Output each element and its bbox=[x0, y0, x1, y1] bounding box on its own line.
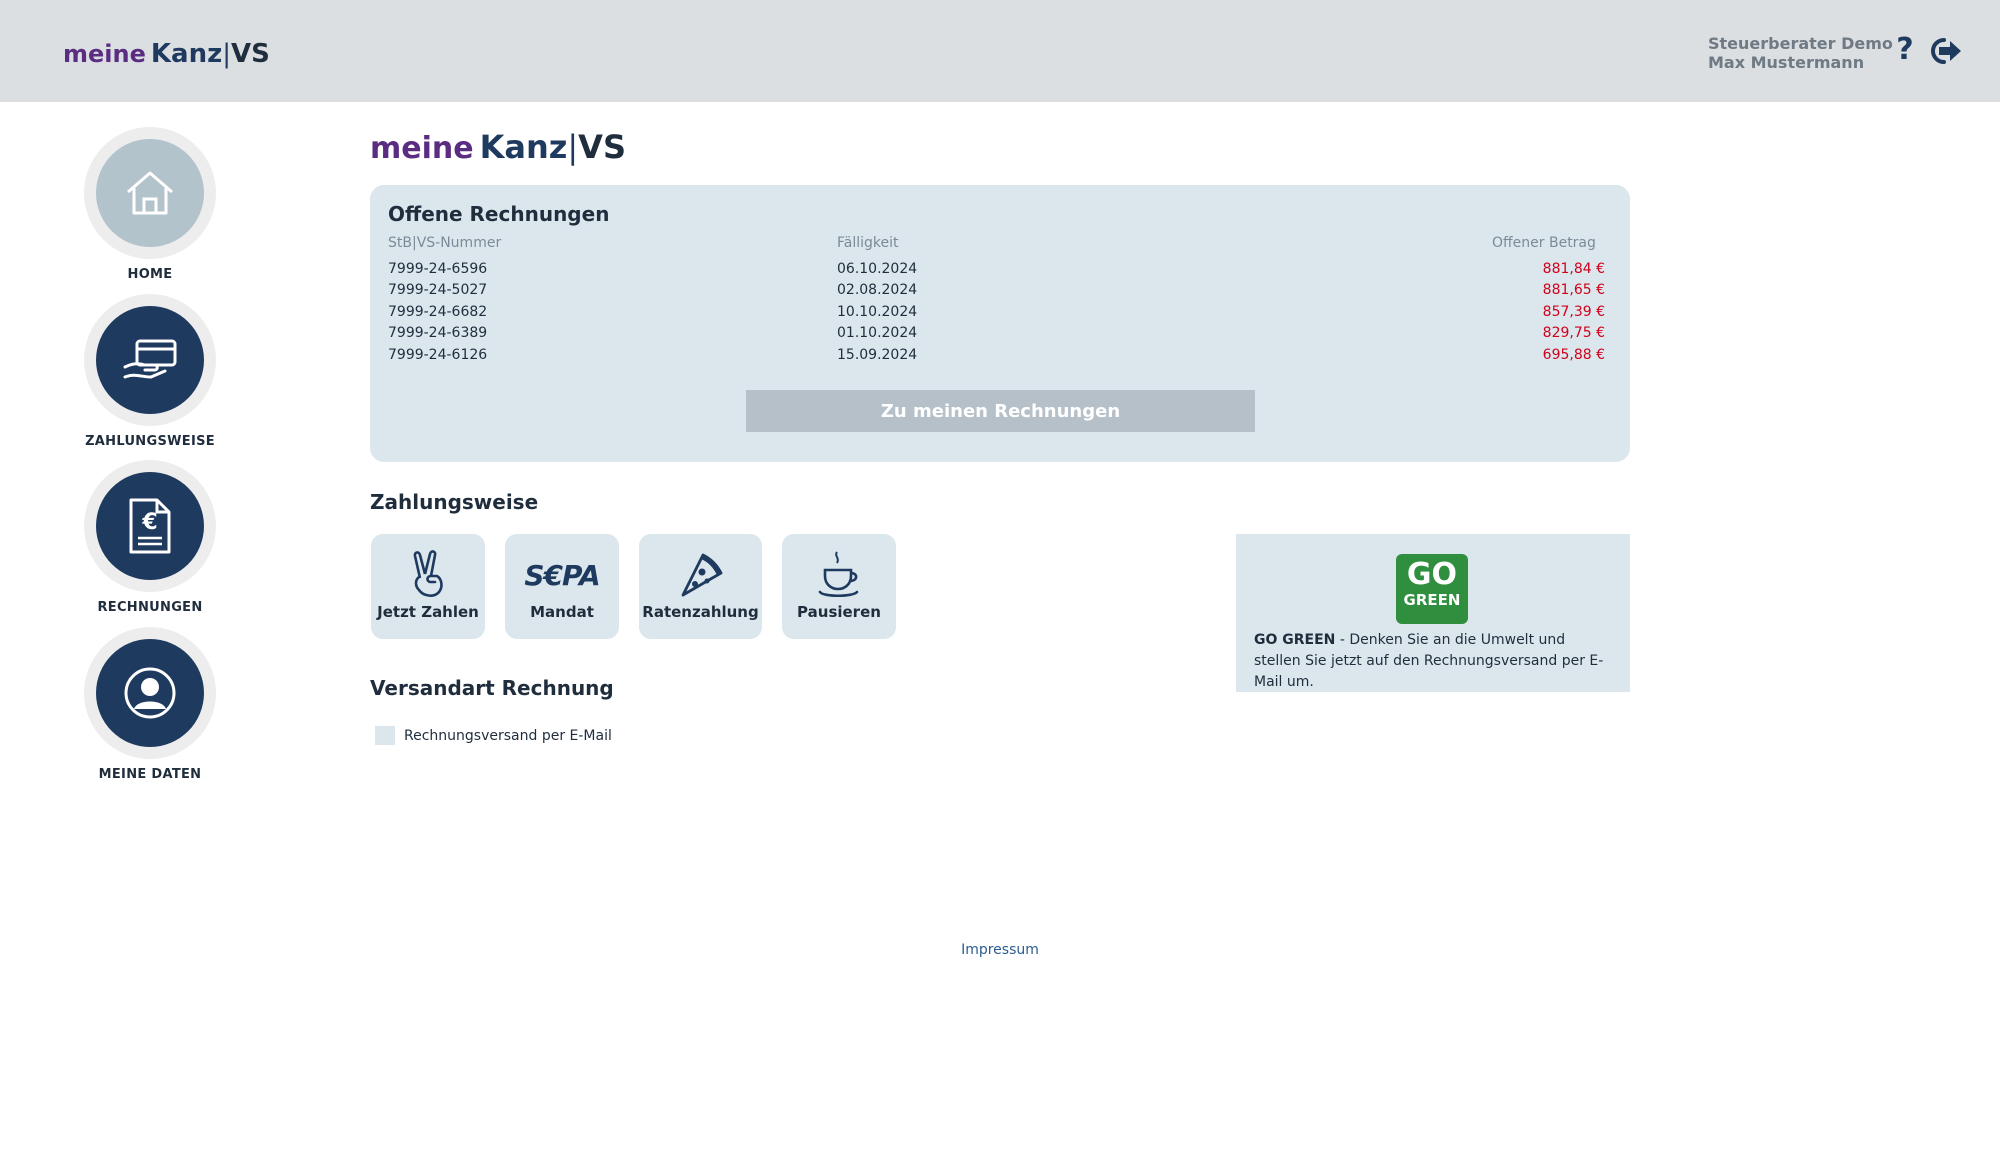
sidebar-item-zahlungsweise[interactable]: ZAHLUNGSWEISE bbox=[84, 294, 216, 449]
nav-inner bbox=[96, 139, 204, 247]
email-shipping-checkbox[interactable] bbox=[375, 726, 395, 745]
logo-kanz: Kanz bbox=[150, 39, 223, 69]
euro-invoice-icon: € bbox=[129, 498, 171, 554]
invoice-amount: 881,65 € bbox=[1542, 282, 1605, 298]
tile-icon-wrap bbox=[782, 550, 896, 600]
invoice-amount: 881,84 € bbox=[1542, 261, 1605, 277]
sidebar-item-home[interactable]: HOME bbox=[84, 127, 216, 282]
nav-circle: € bbox=[84, 460, 216, 592]
invoice-due-date: 06.10.2024 bbox=[837, 261, 918, 277]
invoice-due-date: 15.09.2024 bbox=[837, 347, 918, 363]
go-green-badge-go: GO bbox=[1406, 557, 1458, 592]
go-green-card: GO GREEN GO GREEN - Denken Sie an die Um… bbox=[1236, 534, 1630, 692]
invoice-number: 7999-24-6682 bbox=[388, 304, 488, 320]
user-icon bbox=[124, 667, 176, 719]
to-my-invoices-button[interactable]: Zu meinen Rechnungen bbox=[746, 390, 1255, 432]
logo-kanz: Kanz bbox=[479, 128, 568, 166]
go-green-logo: GO GREEN bbox=[1396, 554, 1468, 624]
invoice-amount: 695,88 € bbox=[1542, 347, 1605, 363]
invoice-amount: 829,75 € bbox=[1542, 325, 1605, 341]
sepa-mandate-tile[interactable]: S€PA Mandat bbox=[505, 534, 619, 639]
invoice-number: 7999-24-6126 bbox=[388, 347, 488, 363]
invoice-number: 7999-24-6596 bbox=[388, 261, 488, 277]
pay-now-tile[interactable]: Jetzt Zahlen bbox=[371, 534, 485, 639]
invoice-due-date: 10.10.2024 bbox=[837, 304, 918, 320]
invoice-amount: 857,39 € bbox=[1542, 304, 1605, 320]
logo-meine: meine bbox=[63, 40, 146, 68]
shipping-section-title: Versandart Rechnung bbox=[370, 676, 614, 700]
go-green-badge-green: GREEN bbox=[1403, 591, 1461, 609]
go-green-bold: GO GREEN bbox=[1254, 632, 1336, 648]
app-logo[interactable]: meine Kanz | VS bbox=[63, 39, 270, 69]
logout-icon[interactable] bbox=[1928, 36, 1962, 66]
sidebar-item-rechnungen[interactable]: € RECHNUNGEN bbox=[84, 460, 216, 615]
sidebar-item-label: MEINE DATEN bbox=[98, 767, 202, 782]
payment-hand-card-icon bbox=[123, 339, 177, 379]
open-invoices-title: Offene Rechnungen bbox=[388, 202, 610, 226]
logo-vs: VS bbox=[230, 39, 270, 69]
invoice-due-date: 02.08.2024 bbox=[837, 282, 918, 298]
nav-inner bbox=[96, 306, 204, 414]
impressum-link[interactable]: Impressum bbox=[0, 942, 2000, 958]
invoice-number: 7999-24-6389 bbox=[388, 325, 488, 341]
pause-tile[interactable]: Pausieren bbox=[782, 534, 896, 639]
column-header-amount: Offener Betrag bbox=[1492, 235, 1596, 251]
logo-vs: VS bbox=[578, 128, 626, 166]
page-logo: meine Kanz | VS bbox=[370, 128, 626, 166]
nav-circle bbox=[84, 627, 216, 759]
invoice-number: 7999-24-5027 bbox=[388, 282, 488, 298]
tile-icon-wrap: S€PA bbox=[505, 550, 619, 600]
victory-hand-icon bbox=[413, 550, 443, 597]
column-header-number: StB|VS-Nummer bbox=[388, 235, 502, 251]
pizza-slice-icon bbox=[681, 553, 722, 597]
sidebar-item-label: ZAHLUNGSWEISE bbox=[85, 434, 215, 449]
home-icon bbox=[127, 171, 173, 215]
open-invoices-card: Offene Rechnungen StB|VS-Nummer Fälligke… bbox=[370, 185, 1630, 462]
tile-icon-wrap bbox=[639, 550, 762, 600]
nav-circle bbox=[84, 127, 216, 259]
help-icon[interactable]: ? bbox=[1892, 30, 1918, 70]
user-line-2: Max Mustermann bbox=[1708, 53, 1865, 72]
nav-inner: € bbox=[96, 472, 204, 580]
tile-label: Pausieren bbox=[797, 603, 881, 621]
logo-separator: | bbox=[567, 128, 579, 166]
logo-meine: meine bbox=[370, 131, 474, 166]
tile-icon-wrap bbox=[371, 550, 485, 600]
email-shipping-label[interactable]: Rechnungsversand per E-Mail bbox=[404, 728, 612, 744]
nav-circle bbox=[84, 294, 216, 426]
sidebar-item-meine-daten[interactable]: MEINE DATEN bbox=[84, 627, 216, 782]
sidebar-item-label: RECHNUNGEN bbox=[97, 600, 203, 615]
go-green-text: GO GREEN - Denken Sie an die Umwelt und … bbox=[1254, 630, 1616, 693]
coffee-cup-icon bbox=[818, 551, 859, 598]
invoice-due-date: 01.10.2024 bbox=[837, 325, 918, 341]
top-bar: meine Kanz | VS Steuerberater Demo Max M… bbox=[0, 0, 2000, 102]
nav-inner bbox=[96, 639, 204, 747]
sidebar-item-label: HOME bbox=[127, 267, 173, 282]
user-line-1: Steuerberater Demo bbox=[1708, 34, 1893, 53]
tile-label: Mandat bbox=[530, 603, 594, 621]
installment-tile[interactable]: Ratenzahlung bbox=[639, 534, 762, 639]
tile-label: Jetzt Zahlen bbox=[377, 603, 479, 621]
tile-label: Ratenzahlung bbox=[642, 603, 759, 621]
sepa-logo-icon: S€PA bbox=[524, 558, 600, 592]
column-header-due: Fälligkeit bbox=[837, 235, 899, 251]
user-info: Steuerberater Demo Max Mustermann bbox=[1708, 34, 1893, 72]
svg-text:€: € bbox=[141, 510, 157, 535]
logo-separator: | bbox=[222, 39, 231, 69]
payment-section-title: Zahlungsweise bbox=[370, 490, 539, 514]
